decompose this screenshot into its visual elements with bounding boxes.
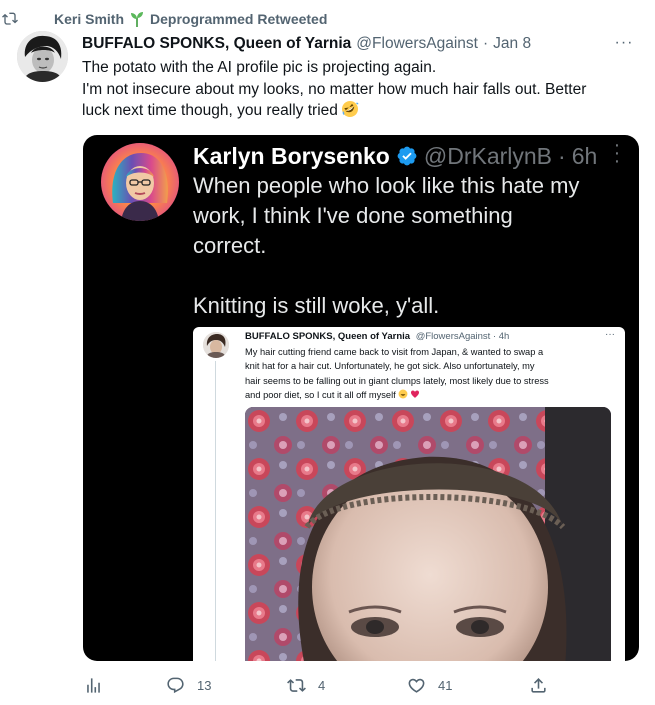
embedded-line: and poor diet, so I cut it all off mysel…	[245, 388, 615, 402]
tweet-line: The potato with the AI profile pic is pr…	[82, 59, 437, 76]
sprout-icon	[131, 12, 144, 27]
embedded-more-icon: ···	[605, 329, 615, 340]
tweet-line: I'm not insecure about my looks, no matt…	[82, 80, 587, 98]
author-avatar[interactable]	[17, 31, 68, 82]
embedded-avatar-photo	[203, 332, 229, 358]
embedded-line: knit hat for a hair cut. Unfortunately, …	[245, 361, 535, 372]
analytics-button[interactable]	[84, 670, 103, 700]
heart-icon	[408, 678, 425, 693]
separator-dot: ·	[483, 35, 489, 52]
share-icon	[531, 677, 546, 693]
quoted-line: Knitting is still woke, y'all.	[193, 293, 440, 318]
quoted-tweet-text: When people who look like this hate my w…	[193, 171, 623, 321]
quoted-author-handle: @DrKarlynB	[423, 142, 553, 169]
embedded-text: My hair cutting friend came back to visi…	[245, 345, 615, 402]
quoted-line: When people who look like this hate my	[193, 173, 580, 198]
reply-count: 13	[197, 677, 212, 693]
tweet-header: BUFFALO SPONKS, Queen of Yarnia @Flowers…	[82, 33, 635, 55]
analytics-icon	[87, 677, 100, 693]
embedded-avatar	[203, 332, 229, 358]
verified-badge-icon	[397, 146, 417, 166]
reply-button[interactable]: 13	[166, 670, 211, 700]
laughing-emoji	[398, 389, 408, 399]
author-handle[interactable]: @FlowersAgainst	[356, 35, 478, 53]
retweet-icon	[2, 12, 18, 25]
quoted-author-name: Karlyn Borysenko	[193, 142, 390, 169]
embedded-selfie-photo	[245, 407, 611, 661]
tweet-line: luck next time though, you really tried	[82, 100, 642, 122]
tweet-date[interactable]: Jan 8	[493, 35, 531, 53]
embedded-author-name: BUFFALO SPONKS, Queen of Yarnia	[245, 331, 411, 342]
embedded-tweet-screenshot: BUFFALO SPONKS, Queen of Yarnia @Flowers…	[193, 327, 625, 661]
quoted-author-avatar	[101, 143, 179, 221]
quoted-more-icon: · · ·	[613, 135, 621, 172]
heart-emoji	[410, 390, 419, 398]
embedded-handle: @FlowersAgainst · 4h	[415, 331, 510, 342]
embedded-line: hair seems to be falling out in giant cl…	[245, 375, 549, 386]
retweeted-label[interactable]: Deprogrammed Retweeted	[150, 11, 327, 27]
quoted-line: work, I think I've done something	[193, 203, 513, 228]
stylized-portrait	[101, 143, 179, 221]
tweet-actions: 13 4 41	[0, 670, 655, 700]
retweet-count: 4	[318, 677, 326, 693]
retweet-icon	[287, 678, 306, 692]
quoted-line-break	[193, 261, 623, 291]
quoted-header: Karlyn Borysenko @DrKarlynB · 6h	[193, 139, 597, 173]
tweet-media-image[interactable]: Karlyn Borysenko @DrKarlynB · 6h · · · Whe…	[83, 135, 639, 661]
retweeter-name[interactable]: Keri Smith	[54, 11, 124, 27]
selfie-image	[245, 407, 611, 661]
quoted-time: 6h	[571, 142, 598, 169]
reply-icon	[167, 677, 184, 693]
avatar-photo	[17, 31, 68, 82]
quoted-line: correct.	[193, 233, 267, 258]
thread-line	[215, 361, 216, 661]
more-options-icon[interactable]: ···	[613, 33, 635, 53]
retweet-button[interactable]: 4	[287, 670, 325, 700]
author-name[interactable]: BUFFALO SPONKS, Queen of Yarnia	[82, 35, 351, 53]
like-button[interactable]: 41	[407, 670, 452, 700]
embedded-header: BUFFALO SPONKS, Queen of Yarnia @Flowers…	[245, 331, 509, 342]
embedded-line: My hair cutting friend came back to visi…	[245, 347, 544, 357]
rolling-on-floor-laughing-emoji	[341, 101, 359, 117]
share-button[interactable]	[529, 670, 548, 700]
retweet-context: Keri Smith Deprogrammed Retweeted	[2, 9, 327, 29]
like-count: 41	[438, 677, 453, 693]
tweet-text: The potato with the AI profile pic is pr…	[82, 57, 642, 122]
quoted-separator: ·	[558, 142, 566, 169]
